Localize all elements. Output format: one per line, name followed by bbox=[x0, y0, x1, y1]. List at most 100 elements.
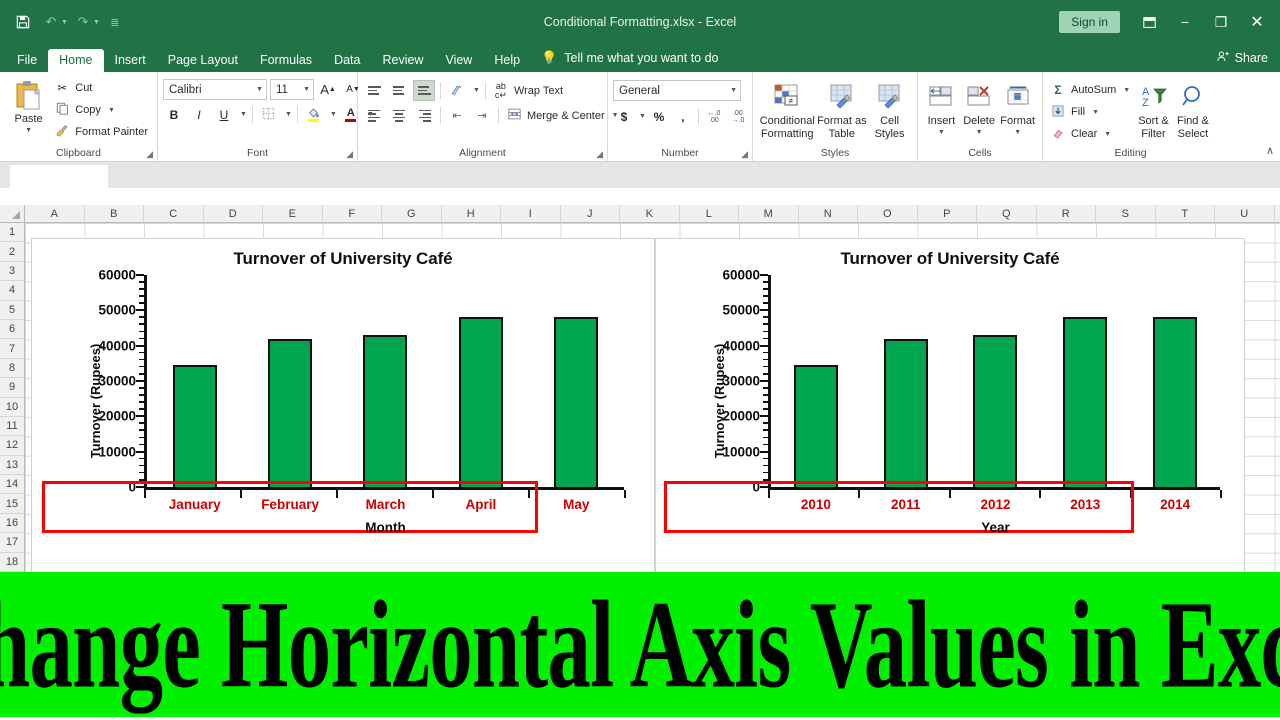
autosum-button[interactable]: Σ AutoSum ▼ bbox=[1048, 80, 1134, 100]
bar[interactable] bbox=[1063, 317, 1107, 487]
currency-dropdown-icon[interactable]: ▼ bbox=[639, 113, 646, 120]
borders-button[interactable] bbox=[258, 104, 280, 125]
currency-button[interactable]: $ bbox=[613, 106, 635, 127]
column-header-l[interactable]: L bbox=[680, 205, 740, 222]
column-header-d[interactable]: D bbox=[204, 205, 264, 222]
bar[interactable] bbox=[459, 317, 503, 487]
sign-in-button[interactable]: Sign in bbox=[1059, 11, 1120, 33]
delete-dropdown-icon[interactable]: ▼ bbox=[976, 129, 983, 137]
column-header-j[interactable]: J bbox=[561, 205, 621, 222]
clear-dropdown-icon[interactable]: ▼ bbox=[1104, 131, 1111, 138]
percent-style-button[interactable]: % bbox=[648, 106, 670, 127]
tab-review[interactable]: Review bbox=[371, 49, 434, 73]
copy-dropdown-icon[interactable]: ▼ bbox=[108, 107, 115, 114]
bar[interactable] bbox=[268, 339, 312, 487]
decrease-indent-button[interactable]: ⇤ bbox=[446, 105, 468, 126]
column-header-g[interactable]: G bbox=[382, 205, 442, 222]
column-header-r[interactable]: R bbox=[1037, 205, 1097, 222]
format-as-table-button[interactable]: Format as Table bbox=[816, 77, 867, 140]
copy-button[interactable]: Copy ▼ bbox=[52, 100, 152, 120]
font-name-combobox[interactable]: Calibri ▼ bbox=[163, 79, 267, 100]
fill-button[interactable]: Fill ▼ bbox=[1048, 102, 1134, 122]
column-header-p[interactable]: P bbox=[918, 205, 978, 222]
format-painter-button[interactable]: Format Painter bbox=[52, 122, 152, 142]
tab-data[interactable]: Data bbox=[323, 49, 371, 73]
align-right-button[interactable] bbox=[413, 105, 435, 126]
row-header-15[interactable]: 15 bbox=[0, 494, 24, 513]
orientation-dropdown-icon[interactable]: ▼ bbox=[473, 87, 480, 94]
bar[interactable] bbox=[363, 335, 407, 487]
increase-font-size-button[interactable]: A▲ bbox=[317, 79, 339, 100]
tab-view[interactable]: View bbox=[434, 49, 483, 73]
close-button[interactable]: ✕ bbox=[1240, 7, 1274, 37]
format-cells-button[interactable]: Format ▼ bbox=[998, 77, 1037, 137]
row-header-3[interactable]: 3 bbox=[0, 262, 24, 281]
row-header-9[interactable]: 9 bbox=[0, 378, 24, 397]
find-and-select-button[interactable]: Find & Select bbox=[1173, 77, 1213, 140]
ribbon-display-options-icon[interactable] bbox=[1132, 7, 1166, 37]
font-name-dropdown-icon[interactable]: ▼ bbox=[250, 86, 263, 93]
row-header-6[interactable]: 6 bbox=[0, 320, 24, 339]
column-header-q[interactable]: Q bbox=[977, 205, 1037, 222]
bar[interactable] bbox=[1153, 317, 1197, 487]
row-header-17[interactable]: 17 bbox=[0, 533, 24, 552]
customize-qat-icon[interactable]: ≣ bbox=[102, 9, 128, 35]
row-header-4[interactable]: 4 bbox=[0, 281, 24, 300]
column-header-e[interactable]: E bbox=[263, 205, 323, 222]
conditional-formatting-button[interactable]: ≠ Conditional Formatting bbox=[758, 77, 816, 140]
tab-help[interactable]: Help bbox=[483, 49, 531, 73]
decrease-decimal-button[interactable]: .00→.0 bbox=[727, 106, 749, 127]
row-header-16[interactable]: 16 bbox=[0, 514, 24, 533]
row-header-12[interactable]: 12 bbox=[0, 436, 24, 455]
tab-file[interactable]: File bbox=[6, 49, 48, 73]
restore-button[interactable]: ❐ bbox=[1204, 7, 1238, 37]
row-header-10[interactable]: 10 bbox=[0, 398, 24, 417]
bar[interactable] bbox=[173, 365, 217, 487]
share-button[interactable]: Share bbox=[1216, 50, 1268, 72]
fill-dropdown-icon[interactable]: ▼ bbox=[1092, 109, 1099, 116]
column-header-a[interactable]: A bbox=[25, 205, 85, 222]
undo-dropdown-icon[interactable]: ▼ bbox=[61, 19, 68, 26]
autosum-dropdown-icon[interactable]: ▼ bbox=[1123, 87, 1130, 94]
row-header-5[interactable]: 5 bbox=[0, 301, 24, 320]
sort-and-filter-button[interactable]: A Z Sort & Filter bbox=[1134, 77, 1173, 140]
chart-object-month[interactable]: Turnover of University Café Turnover (Ru… bbox=[31, 238, 655, 572]
insert-cells-button[interactable]: Insert ▼ bbox=[923, 77, 960, 137]
row-header-8[interactable]: 8 bbox=[0, 359, 24, 378]
row-header-11[interactable]: 11 bbox=[0, 417, 24, 436]
paste-dropdown-icon[interactable]: ▼ bbox=[25, 127, 32, 135]
merge-and-center-button[interactable]: Merge & Center ▼ bbox=[504, 106, 623, 126]
column-header-u[interactable]: U bbox=[1215, 205, 1275, 222]
minimize-button[interactable]: − bbox=[1168, 7, 1202, 37]
wrap-text-button[interactable]: abc↵ Wrap Text bbox=[491, 81, 567, 101]
comma-style-button[interactable]: , bbox=[672, 106, 694, 127]
align-bottom-button[interactable] bbox=[413, 80, 435, 101]
font-size-combobox[interactable]: 11 ▼ bbox=[270, 79, 314, 100]
clipboard-dialog-launcher-icon[interactable]: ◢ bbox=[146, 149, 153, 160]
bar[interactable] bbox=[884, 339, 928, 487]
alignment-dialog-launcher-icon[interactable]: ◢ bbox=[596, 149, 603, 160]
row-header-7[interactable]: 7 bbox=[0, 339, 24, 358]
number-format-combobox[interactable]: General ▼ bbox=[613, 80, 741, 101]
column-header-f[interactable]: F bbox=[323, 205, 383, 222]
number-dialog-launcher-icon[interactable]: ◢ bbox=[741, 149, 748, 160]
row-header-2[interactable]: 2 bbox=[0, 242, 24, 261]
tab-page-layout[interactable]: Page Layout bbox=[157, 49, 249, 73]
column-header-t[interactable]: T bbox=[1156, 205, 1216, 222]
delete-cells-button[interactable]: Delete ▼ bbox=[960, 77, 999, 137]
align-top-button[interactable] bbox=[363, 80, 385, 101]
formula-input[interactable] bbox=[108, 165, 1280, 188]
align-left-button[interactable] bbox=[363, 105, 385, 126]
italic-button[interactable]: I bbox=[188, 104, 210, 125]
orientation-button[interactable] bbox=[446, 80, 468, 101]
column-header-m[interactable]: M bbox=[739, 205, 799, 222]
bold-button[interactable]: B bbox=[163, 104, 185, 125]
row-header-14[interactable]: 14 bbox=[0, 475, 24, 494]
bar[interactable] bbox=[554, 317, 598, 487]
select-all-corner[interactable] bbox=[0, 205, 25, 222]
font-dialog-launcher-icon[interactable]: ◢ bbox=[346, 149, 353, 160]
align-middle-button[interactable] bbox=[388, 80, 410, 101]
column-header-o[interactable]: O bbox=[858, 205, 918, 222]
bar[interactable] bbox=[973, 335, 1017, 487]
sheet-cells[interactable]: Turnover of University Café Turnover (Ru… bbox=[25, 223, 1280, 572]
